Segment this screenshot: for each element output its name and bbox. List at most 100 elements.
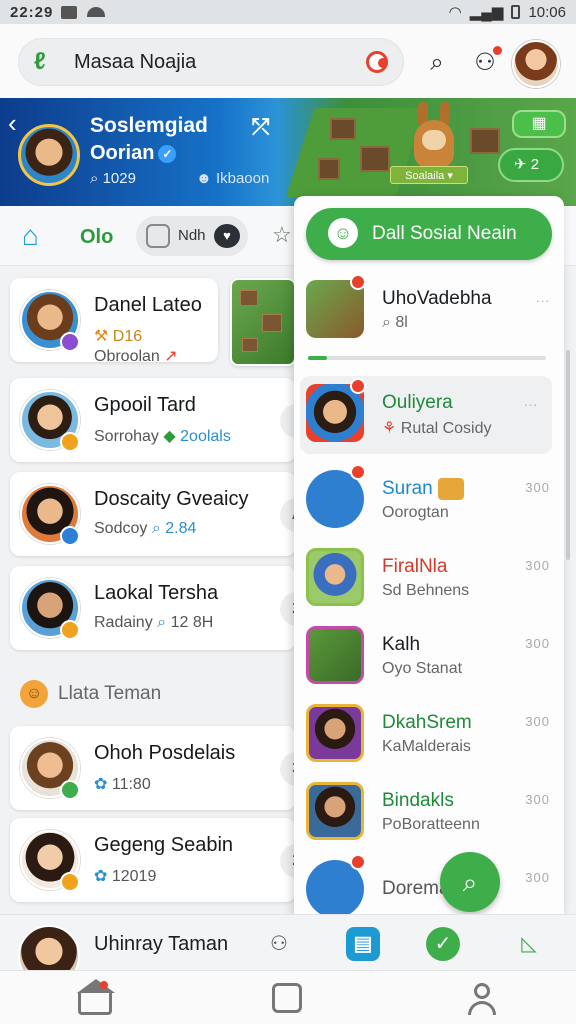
status-right-text: 10:06 bbox=[528, 3, 566, 21]
panel-item-sub: Sd Behnens bbox=[382, 582, 470, 599]
panel-item-count: 300 bbox=[525, 480, 550, 495]
send-icon[interactable]: ◺ bbox=[512, 927, 546, 961]
home-icon[interactable]: ⌂ bbox=[22, 220, 39, 252]
banner-title: Soslemgiad bbox=[90, 114, 208, 137]
friend-meta: ✿ 12019 bbox=[94, 868, 157, 885]
panel-list-item[interactable]: Kalh Oyo Stanat 300 bbox=[294, 618, 564, 696]
person-icon: ☺ bbox=[328, 218, 358, 248]
nav-home-icon[interactable] bbox=[77, 979, 115, 1015]
friend-avatar bbox=[306, 704, 364, 762]
panel-list-item[interactable]: Dorema 300 bbox=[294, 852, 564, 914]
social-cta-button[interactable]: ☺ Dall Sosial Neain bbox=[306, 208, 552, 260]
friend-meta-a: 12019 bbox=[111, 868, 157, 885]
friend-name: Gegeng Seabin bbox=[94, 834, 234, 856]
progress-bar bbox=[308, 356, 546, 360]
panel-item-name: Kalh bbox=[382, 634, 421, 655]
friend-card[interactable]: Doscaity Gveaicy Sodcoy ⌕ 2.84 A bbox=[10, 472, 324, 556]
nav-profile-icon[interactable] bbox=[466, 983, 500, 1015]
search-query[interactable]: Masaa Noajia bbox=[74, 51, 196, 74]
friend-card[interactable]: Danel Lateo ⚒ D16 Obroolan ↗ bbox=[10, 278, 218, 365]
friend-name: Laokal Tersha bbox=[94, 582, 219, 604]
banner-subtitle: Oorian ✓ bbox=[90, 142, 177, 165]
profile-avatar[interactable] bbox=[512, 40, 560, 88]
friend-meta: ✿ 11:80 bbox=[94, 776, 151, 793]
panel-item-sub: Oorogtan bbox=[382, 504, 449, 521]
tab-pill[interactable]: Ndh ♥ bbox=[136, 216, 248, 256]
more-options[interactable]: ... bbox=[524, 394, 538, 409]
friend-meta-a: D16 bbox=[112, 328, 143, 345]
board-icon[interactable]: ▤ bbox=[346, 927, 380, 961]
panel-list-item[interactable]: DkahSrem KaMalderais 300 bbox=[294, 696, 564, 774]
scrollbar[interactable] bbox=[566, 350, 570, 560]
panel-item-sub-text: 8l bbox=[395, 314, 408, 331]
notification-icon bbox=[61, 5, 78, 19]
friend-meta-b: 2oolals bbox=[180, 428, 231, 445]
banner-block bbox=[330, 118, 356, 140]
wifi-icon: ◠ bbox=[448, 4, 462, 21]
back-arrow-icon[interactable]: ‹ bbox=[8, 108, 17, 139]
more-options[interactable]: ... bbox=[536, 290, 550, 305]
people-icon[interactable]: ⚇ bbox=[262, 927, 296, 961]
box-icon bbox=[437, 478, 464, 500]
bottom-friend-name: Uhinray Taman bbox=[94, 933, 229, 955]
tab-olo[interactable]: Olo bbox=[80, 226, 113, 249]
banner-chip[interactable]: Soalaila ▾ bbox=[390, 166, 468, 184]
badge-icon bbox=[60, 872, 80, 892]
friend-meta-a: 11:80 bbox=[111, 776, 151, 793]
panel-item-sub: ⚘ Rutal Cosidy bbox=[382, 420, 492, 437]
banner-stat-2: ☻ Ikbaoon bbox=[196, 170, 270, 187]
chat-icon[interactable]: ⌕ bbox=[420, 46, 454, 80]
kangaroo-character bbox=[402, 102, 466, 174]
panel-item-name: DkahSrem bbox=[382, 712, 472, 733]
friend-avatar bbox=[306, 548, 364, 606]
star-icon[interactable]: ☆ bbox=[272, 222, 292, 248]
plane-count: 2 bbox=[530, 156, 540, 173]
friend-name: Ohoh Posdelais bbox=[94, 742, 236, 764]
game-thumbnail[interactable] bbox=[230, 278, 296, 366]
notification-dot bbox=[350, 274, 366, 290]
friend-meta: Sodcoy ⌕ 2.84 bbox=[94, 520, 197, 537]
status-time: 22:29 bbox=[10, 3, 54, 21]
panel-item-name: UhoVadebha bbox=[382, 288, 492, 309]
record-icon[interactable] bbox=[366, 51, 388, 73]
game-banner[interactable]: ‹ Soslemgiad Oorian ✓ ⌕ 1029 ☻ Ikbaoon ⤱ … bbox=[0, 98, 576, 206]
friend-name: Gpooil Tard bbox=[94, 394, 196, 416]
social-cta-label: Dall Sosial Neain bbox=[372, 223, 517, 244]
notification-dot bbox=[350, 854, 366, 870]
panel-list-item-active[interactable]: Ouliyera ⚘ Rutal Cosidy ... bbox=[300, 376, 552, 454]
panel-item-count: 300 bbox=[525, 636, 550, 651]
friend-card[interactable]: Gpooil Tard Sorrohay ◆ 2oolals bbox=[10, 378, 324, 462]
banner-avatar bbox=[18, 124, 80, 186]
panel-item-name: Bindakls bbox=[382, 790, 454, 811]
friends-icon[interactable]: ⚇ bbox=[468, 46, 502, 80]
nav-recents-icon[interactable] bbox=[272, 983, 302, 1013]
notification-dot bbox=[350, 378, 366, 394]
notification-dot bbox=[493, 46, 502, 55]
check-icon[interactable]: ✓ bbox=[426, 927, 460, 961]
banner-block bbox=[318, 158, 340, 180]
leaf-logo-icon: ℓ bbox=[34, 48, 46, 75]
friend-card[interactable]: Gegeng Seabin ✿ 12019 2 bbox=[10, 818, 324, 902]
friend-card[interactable]: Laokal Tersha Radainy ⌕ 12 8H 2 bbox=[10, 566, 324, 650]
panel-list-item[interactable]: FiralNla Sd Behnens 300 bbox=[294, 540, 564, 618]
panel-item-count: 300 bbox=[525, 558, 550, 573]
friend-meta: Radainy ⌕ 12 8H bbox=[94, 614, 214, 631]
panel-item-name: Ouliyera bbox=[382, 392, 453, 413]
grid-button[interactable]: ▦ bbox=[512, 110, 566, 138]
plane-count-button[interactable]: ✈ 2 bbox=[498, 148, 564, 182]
search-fab-button[interactable]: ⌕ bbox=[440, 852, 500, 912]
panel-list-item[interactable]: Suran Oorogtan 300 bbox=[294, 462, 564, 540]
share-icon[interactable]: ⤱ bbox=[252, 114, 270, 140]
smiley-icon: ☺ bbox=[20, 680, 48, 708]
panel-list-item[interactable]: UhoVadebha ⌕ 8l ... bbox=[294, 272, 564, 350]
banner-chip-label: Soalaila bbox=[405, 170, 445, 182]
search-bar[interactable]: ℓ Masaa Noajia bbox=[18, 38, 404, 86]
banner-block bbox=[360, 146, 390, 172]
bottom-friend-bar[interactable]: Uhinray Taman ⚇ ▤ ✓ ◺ bbox=[0, 914, 576, 987]
friend-meta-b: Obroolan bbox=[94, 348, 160, 365]
top-app-bar: ℓ Masaa Noajia ⌕ ⚇ bbox=[0, 24, 576, 98]
friend-card[interactable]: Ohoh Posdelais ✿ 11:80 3 bbox=[10, 726, 324, 810]
app-notification-icon bbox=[87, 7, 106, 17]
friend-meta-b: 2.84 bbox=[165, 520, 197, 537]
panel-list-item[interactable]: Bindakls PoBoratteenn 300 bbox=[294, 774, 564, 852]
